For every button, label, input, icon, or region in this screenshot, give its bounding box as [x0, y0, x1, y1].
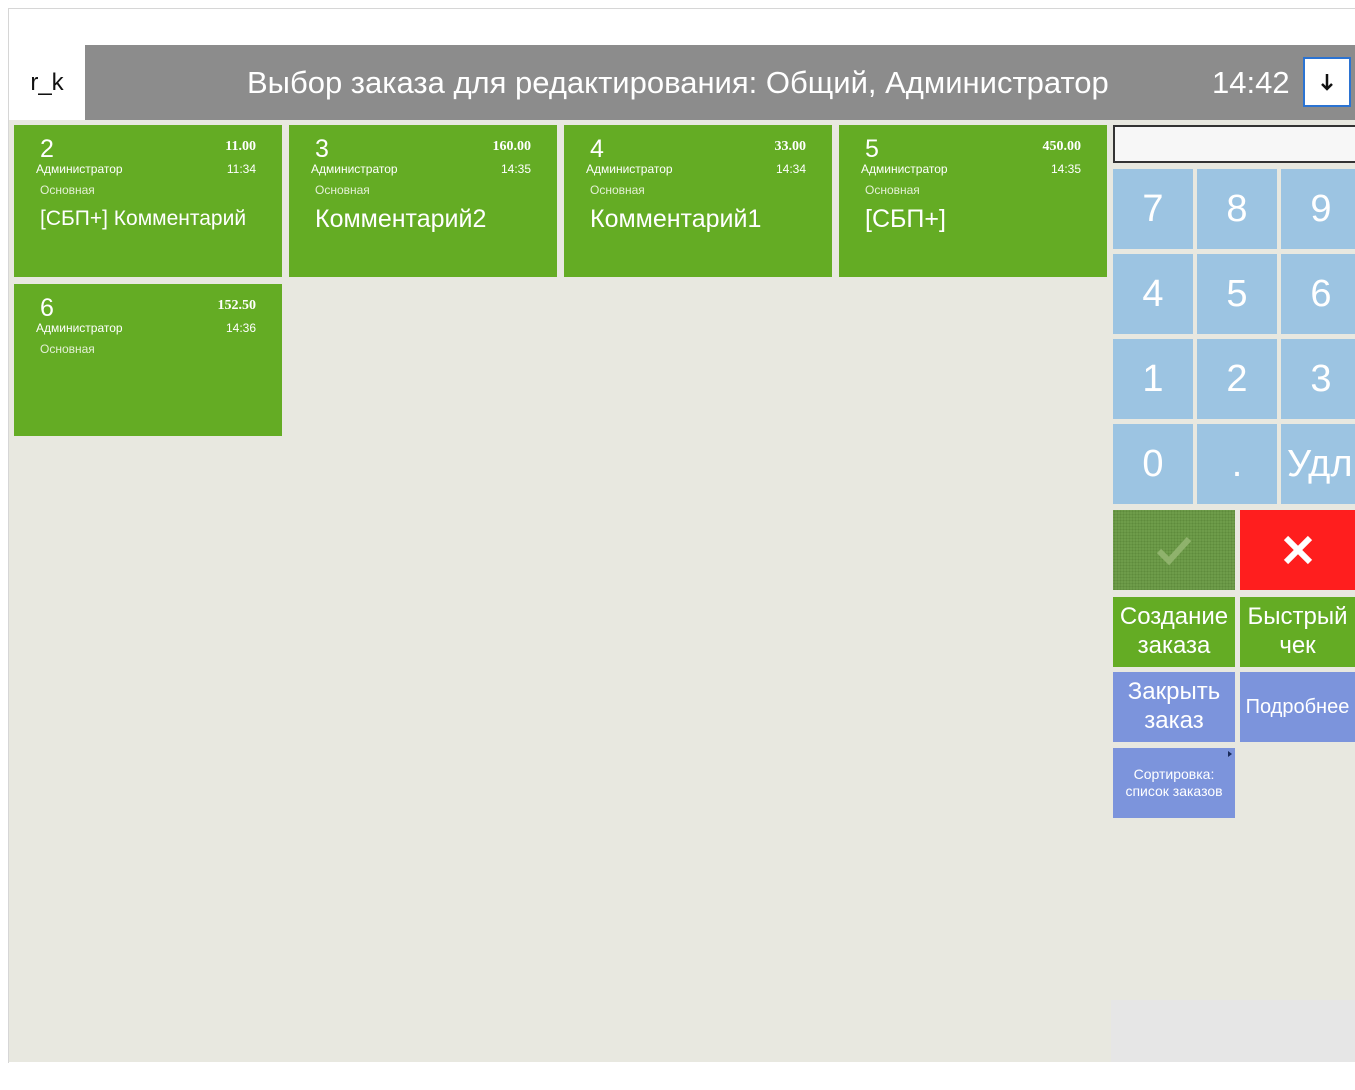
- order-hall: Основная: [315, 183, 370, 197]
- order-sum: 11.00: [225, 139, 256, 154]
- number-input[interactable]: [1113, 125, 1355, 163]
- order-comment: Комментарий1: [590, 205, 762, 233]
- key-6[interactable]: 6: [1281, 254, 1355, 334]
- close-order-label: Закрыть заказ: [1127, 678, 1221, 734]
- order-hall: Основная: [40, 342, 95, 356]
- create-order-button[interactable]: Создание заказа: [1113, 597, 1235, 667]
- close-order-button[interactable]: Закрыть заказ: [1113, 672, 1235, 742]
- order-sum: 33.00: [774, 139, 807, 154]
- order-number: 6: [40, 294, 54, 322]
- title-bar: Выбор заказа для редактирования: Общий, …: [85, 45, 1355, 120]
- order-number: 2: [40, 135, 54, 163]
- order-hall: Основная: [40, 183, 95, 197]
- key-5[interactable]: 5: [1197, 254, 1277, 334]
- order-tile[interactable]: 2 11.00 Администратор 11:34 Основная [СБ…: [14, 125, 282, 277]
- order-user: Администратор: [586, 162, 673, 176]
- quick-check-button[interactable]: Быстрый чек: [1240, 597, 1355, 667]
- order-number: 3: [315, 135, 329, 163]
- app-logo: r_k: [9, 45, 85, 120]
- order-time: 14:34: [775, 162, 806, 176]
- order-sum: 160.00: [492, 139, 532, 154]
- order-time: 14:35: [1050, 162, 1081, 176]
- confirm-button[interactable]: [1113, 510, 1235, 590]
- cancel-button[interactable]: [1240, 510, 1355, 590]
- order-tile[interactable]: 6 152.50 Администратор 14:36 Основная: [14, 284, 282, 436]
- quick-check-label: Быстрый чек: [1247, 603, 1348, 659]
- sort-label: Сортировка: список заказов: [1125, 766, 1223, 799]
- order-time: 14:35: [500, 162, 531, 176]
- order-tile[interactable]: 3 160.00 Администратор 14:35 Основная Ко…: [289, 125, 557, 277]
- order-comment: [СБП+] Комментарий: [40, 207, 247, 230]
- status-area: [1111, 1000, 1355, 1062]
- key-3[interactable]: 3: [1281, 339, 1355, 419]
- key-8[interactable]: 8: [1197, 169, 1277, 249]
- page-title: Выбор заказа для редактирования: Общий, …: [247, 65, 1109, 100]
- arrow-down-icon: [1321, 74, 1333, 91]
- order-time: 14:36: [225, 321, 256, 335]
- key-1[interactable]: 1: [1113, 339, 1193, 419]
- order-tile[interactable]: 5 450.00 Администратор 14:35 Основная [С…: [839, 125, 1107, 277]
- create-order-label: Создание заказа: [1119, 603, 1229, 659]
- order-sum: 450.00: [1042, 139, 1082, 154]
- order-tile[interactable]: 4 33.00 Администратор 14:34 Основная Ком…: [564, 125, 832, 277]
- order-comment: Комментарий2: [315, 205, 487, 233]
- expand-arrow-icon: [1228, 751, 1232, 757]
- key-0[interactable]: 0: [1113, 424, 1193, 504]
- order-user: Администратор: [36, 321, 123, 335]
- order-user: Администратор: [311, 162, 398, 176]
- order-user: Администратор: [36, 162, 123, 176]
- close-icon: [1283, 535, 1312, 565]
- order-user: Администратор: [861, 162, 948, 176]
- key-9[interactable]: 9: [1281, 169, 1355, 249]
- key-2[interactable]: 2: [1197, 339, 1277, 419]
- checkmark-icon: [1156, 536, 1192, 566]
- order-hall: Основная: [865, 183, 920, 197]
- order-comment: [СБП+]: [865, 205, 946, 233]
- key-7[interactable]: 7: [1113, 169, 1193, 249]
- sort-button[interactable]: Сортировка: список заказов: [1113, 748, 1235, 818]
- right-panel-bottom: [1111, 600, 1355, 1062]
- order-hall: Основная: [590, 183, 645, 197]
- clock: 14:42: [1212, 65, 1290, 100]
- key-4[interactable]: 4: [1113, 254, 1193, 334]
- order-number: 5: [865, 135, 879, 163]
- key-dot[interactable]: .: [1197, 424, 1277, 504]
- order-sum: 152.50: [217, 298, 257, 313]
- order-number: 4: [590, 135, 604, 163]
- key-delete[interactable]: Удл: [1281, 424, 1355, 504]
- order-time: 11:34: [226, 162, 256, 176]
- scroll-down-button[interactable]: [1303, 57, 1351, 107]
- details-button[interactable]: Подробнее: [1240, 672, 1355, 742]
